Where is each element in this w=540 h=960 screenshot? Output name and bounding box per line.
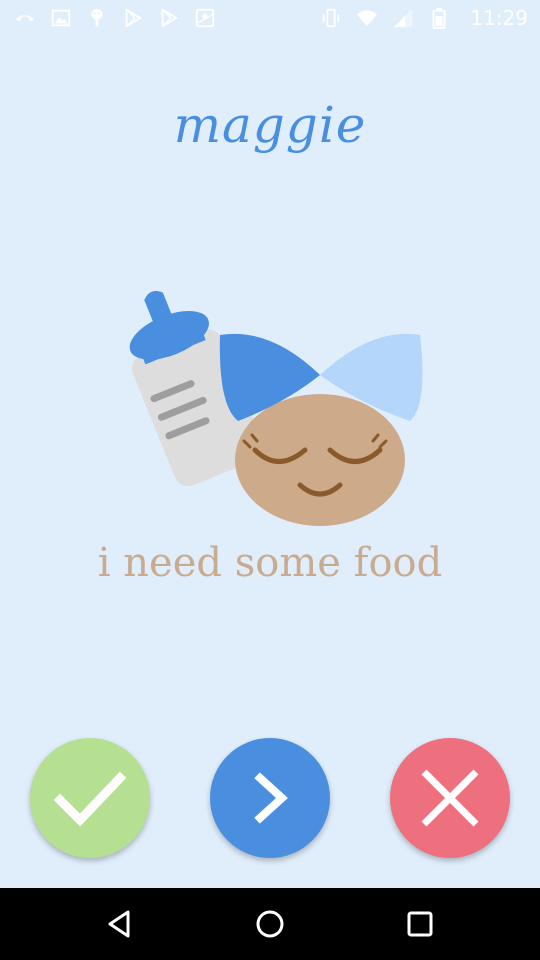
back-icon xyxy=(108,910,130,938)
android-icon xyxy=(86,7,108,29)
checkmark-icon xyxy=(53,771,127,827)
recent-apps-button[interactable] xyxy=(400,904,440,944)
wifi-icon xyxy=(356,7,378,29)
play-store-icon xyxy=(122,7,144,29)
next-button[interactable] xyxy=(210,738,330,858)
phone-icon xyxy=(14,7,36,29)
request-message: i need some food xyxy=(97,540,443,586)
maps-icon xyxy=(194,7,216,29)
cancel-button[interactable] xyxy=(390,738,510,858)
navigation-bar xyxy=(0,888,540,960)
child-name: maggie xyxy=(173,96,367,154)
confirm-button[interactable] xyxy=(30,738,150,858)
request-illustration xyxy=(110,275,440,535)
signal-icon xyxy=(392,7,414,29)
home-button[interactable] xyxy=(250,904,290,944)
status-bar: 11:29 xyxy=(0,0,540,36)
home-icon xyxy=(256,910,284,938)
image-icon xyxy=(50,7,72,29)
recent-apps-icon xyxy=(407,911,433,937)
baby-bottle-icon xyxy=(129,291,423,526)
play-store-icon xyxy=(158,7,180,29)
vibrate-icon xyxy=(320,7,342,29)
status-clock: 11:29 xyxy=(470,6,528,30)
system-icons: 11:29 xyxy=(320,6,528,30)
app-screen: 11:29 maggie i need some food xyxy=(0,0,540,960)
chevron-right-icon xyxy=(254,772,288,824)
battery-icon xyxy=(428,7,450,29)
close-icon xyxy=(421,769,479,827)
back-button[interactable] xyxy=(100,904,140,944)
notification-icons xyxy=(14,7,216,29)
